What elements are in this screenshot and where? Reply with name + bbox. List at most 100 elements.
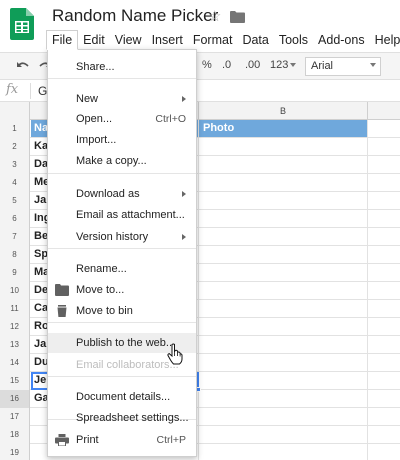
row-header[interactable]: 13 <box>0 336 30 354</box>
cell-b[interactable] <box>198 354 368 371</box>
menu-tools[interactable]: Tools <box>274 30 313 50</box>
document-title[interactable]: Random Name Picker <box>52 6 218 26</box>
column-header-b[interactable]: B <box>198 102 368 120</box>
row-header[interactable]: 11 <box>0 300 30 318</box>
sheets-logo-icon[interactable] <box>10 8 34 40</box>
more-formats-button[interactable]: 123 <box>270 59 288 71</box>
menu-item-label: Move to bin <box>76 305 133 317</box>
cell-a[interactable] <box>31 408 34 425</box>
menu-item-version-history[interactable]: Version history <box>48 227 196 247</box>
star-icon[interactable]: ☆ <box>208 7 221 25</box>
menu-item-label: Share... <box>76 61 115 73</box>
menu-data[interactable]: Data <box>237 30 273 50</box>
menu-item-label: Move to... <box>76 284 125 296</box>
row-header[interactable]: 4 <box>0 174 30 192</box>
menu-item-document-details[interactable]: Document details... <box>48 387 196 407</box>
cell-a[interactable] <box>31 444 34 460</box>
cell-b[interactable] <box>198 156 368 173</box>
row-header[interactable]: 10 <box>0 282 30 300</box>
cell-a[interactable]: Da <box>31 156 48 173</box>
row-header[interactable]: 15 <box>0 372 30 390</box>
cell-a[interactable]: Ka <box>31 138 48 155</box>
formula-input[interactable]: G <box>38 84 47 98</box>
menu-item-label: Email collaborators... <box>76 359 179 371</box>
row-header[interactable]: 8 <box>0 246 30 264</box>
chevron-right-icon <box>182 96 186 102</box>
menu-view[interactable]: View <box>110 30 147 50</box>
trash-icon <box>57 305 67 317</box>
cell-b[interactable] <box>198 138 368 155</box>
row-header[interactable]: 5 <box>0 192 30 210</box>
row-header[interactable]: 12 <box>0 318 30 336</box>
menu-item-import[interactable]: Import... <box>48 130 196 150</box>
cell-b[interactable] <box>198 426 368 443</box>
cell-b[interactable] <box>198 228 368 245</box>
menu-file[interactable]: File <box>46 30 79 50</box>
menu-item-label: Publish to the web... <box>76 337 176 349</box>
increase-decimals-button[interactable]: .00 <box>245 59 260 71</box>
cell-b[interactable] <box>198 336 368 353</box>
row-header[interactable]: 3 <box>0 156 30 174</box>
menu-item-print[interactable]: Print Ctrl+P <box>48 430 196 450</box>
cell-b[interactable] <box>198 372 368 389</box>
folder-icon <box>55 284 69 296</box>
row-header[interactable]: 16 <box>0 390 30 408</box>
cell-a[interactable]: Ja <box>31 336 46 353</box>
select-all-corner[interactable] <box>0 102 30 120</box>
cell-b[interactable] <box>198 192 368 209</box>
menu-divider <box>48 322 196 323</box>
menu-item-new[interactable]: New <box>48 89 196 109</box>
cell-a[interactable]: De <box>31 282 48 299</box>
cell-b[interactable] <box>198 246 368 263</box>
row-header[interactable]: 1 <box>0 120 30 138</box>
cell-a[interactable]: Ca <box>31 300 48 317</box>
menu-item-download-as[interactable]: Download as <box>48 184 196 204</box>
menu-item-label: Open... <box>76 113 113 125</box>
menu-insert[interactable]: Insert <box>147 30 188 50</box>
cell-b[interactable]: Photo <box>198 120 368 137</box>
row-header[interactable]: 17 <box>0 408 30 426</box>
row-header[interactable]: 6 <box>0 210 30 228</box>
cell-b[interactable] <box>198 444 368 460</box>
menu-edit[interactable]: Edit <box>78 30 110 50</box>
cell-b[interactable] <box>198 264 368 281</box>
menu-item-rename[interactable]: Rename... <box>48 259 196 279</box>
menu-item-share[interactable]: Share... <box>48 57 196 77</box>
row-header[interactable]: 14 <box>0 354 30 372</box>
menu-item-label: Version history <box>76 231 149 243</box>
cell-b[interactable] <box>198 318 368 335</box>
menu-item-shortcut: Ctrl+P <box>156 434 186 446</box>
menu-item-label: Print <box>76 434 99 446</box>
row-header[interactable]: 19 <box>0 444 30 460</box>
row-header[interactable]: 2 <box>0 138 30 156</box>
cell-b[interactable] <box>198 282 368 299</box>
row-header[interactable]: 18 <box>0 426 30 444</box>
undo-icon[interactable] <box>16 60 30 72</box>
cell-b[interactable] <box>198 174 368 191</box>
cell-a[interactable]: Ja <box>31 192 46 209</box>
cell-b[interactable] <box>198 390 368 407</box>
menu-item-make-a-copy[interactable]: Make a copy... <box>48 151 196 171</box>
cell-b[interactable] <box>198 300 368 317</box>
font-select-value: Arial <box>311 60 334 72</box>
menu-item-move-to[interactable]: Move to... <box>48 280 196 300</box>
menu-item-spreadsheet-settings[interactable]: Spreadsheet settings... <box>48 408 196 428</box>
cell-a[interactable] <box>31 426 34 443</box>
cell-a[interactable]: Sp <box>31 246 48 263</box>
menu-addons[interactable]: Add-ons <box>313 30 370 50</box>
menu-item-move-to-bin[interactable]: Move to bin <box>48 301 196 321</box>
folder-icon[interactable] <box>230 11 245 23</box>
menu-format[interactable]: Format <box>188 30 238 50</box>
menu-item-open[interactable]: Open... Ctrl+O <box>48 109 196 129</box>
font-select[interactable]: Arial <box>305 57 381 76</box>
cell-a[interactable]: Be <box>31 228 48 245</box>
cell-b[interactable] <box>198 408 368 425</box>
percent-format-button[interactable]: % <box>202 59 212 71</box>
menu-help[interactable]: Help <box>370 30 400 50</box>
row-header[interactable]: 9 <box>0 264 30 282</box>
row-header[interactable]: 7 <box>0 228 30 246</box>
menu-item-email-as-attachment[interactable]: Email as attachment... <box>48 205 196 225</box>
hand-cursor-icon <box>167 343 183 365</box>
decrease-decimals-button[interactable]: .0 <box>222 59 231 71</box>
cell-b[interactable] <box>198 210 368 227</box>
